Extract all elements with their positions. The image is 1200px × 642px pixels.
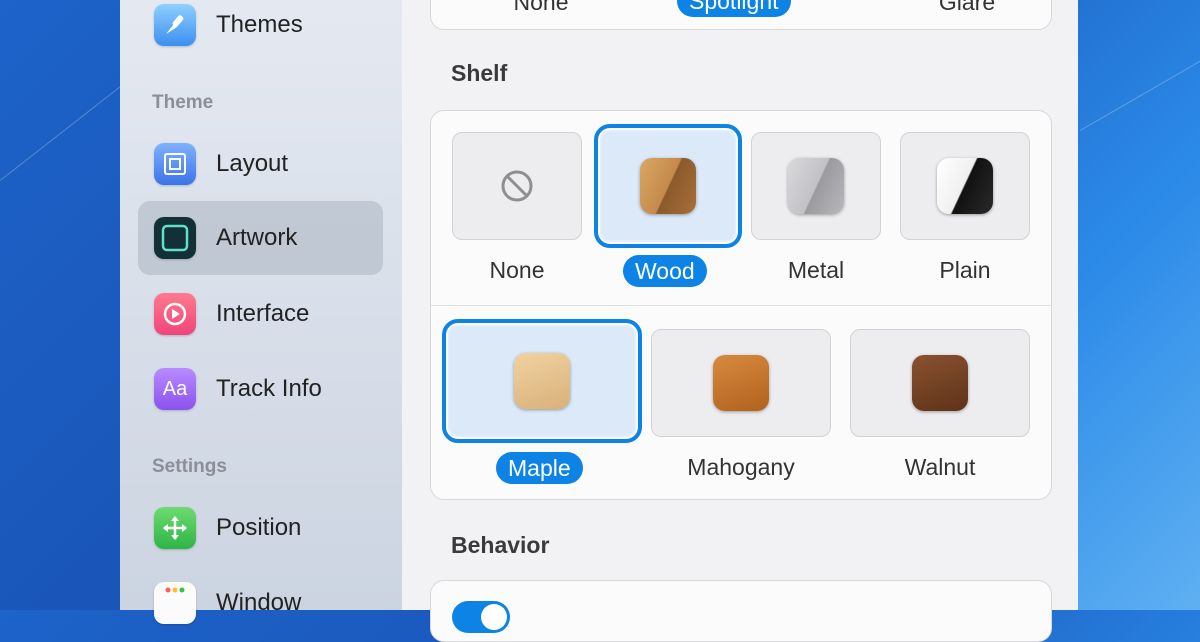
sidebar-item-label: Layout (216, 150, 289, 177)
metal-swatch (788, 158, 844, 214)
brush-icon (154, 4, 196, 46)
sidebar-section-theme: Theme (152, 92, 214, 113)
section-title-shelf: Shelf (451, 60, 508, 86)
layout-icon (154, 143, 196, 185)
shelf-label-wood: Wood (623, 255, 707, 287)
maple-swatch (514, 353, 570, 409)
sidebar-item-label: Position (216, 514, 302, 541)
shelf-divider (431, 305, 1051, 306)
wood-tile-maple[interactable] (442, 319, 642, 443)
lighting-option-glare[interactable]: Glare (897, 0, 1037, 16)
sidebar-section-settings: Settings (152, 456, 227, 477)
plain-swatch (937, 158, 993, 214)
sidebar-item-position[interactable]: Position (138, 491, 383, 565)
shelf-label-metal: Metal (787, 257, 845, 283)
shelf-tile-plain[interactable] (900, 132, 1030, 240)
sidebar-item-label: Window (216, 589, 302, 616)
sidebar-item-label: Themes (216, 11, 303, 38)
mahogany-swatch (713, 355, 769, 411)
lighting-card: None Spotlight Glare (430, 0, 1052, 30)
behavior-toggle[interactable] (452, 601, 510, 633)
lighting-option-none[interactable]: None (471, 0, 611, 16)
wood-swatch (640, 158, 696, 214)
sidebar-item-track-info[interactable]: Aa Track Info (138, 352, 383, 426)
sidebar-item-interface[interactable]: Interface (138, 277, 383, 351)
section-title-behavior: Behavior (451, 532, 550, 558)
shelf-tile-metal[interactable] (751, 132, 881, 240)
move-arrows-icon (154, 507, 196, 549)
shelf-label-plain: Plain (939, 257, 991, 283)
sidebar-item-artwork[interactable]: Artwork (138, 201, 383, 275)
wood-label-mahogany: Mahogany (687, 454, 795, 480)
wood-tile-walnut[interactable] (850, 329, 1030, 437)
sidebar-item-layout[interactable]: Layout (138, 127, 383, 201)
artwork-icon (154, 217, 196, 259)
lighting-option-spotlight[interactable]: Spotlight (677, 0, 791, 17)
main-panel: None Spotlight Glare Shelf None Wood Met… (402, 0, 1078, 642)
play-circle-icon (154, 293, 196, 335)
text-aa-icon: Aa (154, 368, 196, 410)
toggle-knob (481, 604, 507, 630)
behavior-card (430, 580, 1052, 642)
shelf-label-none: None (489, 257, 545, 283)
sidebar-item-label: Interface (216, 300, 310, 327)
wood-label-maple: Maple (496, 452, 583, 484)
desktop-wallpaper-line (0, 81, 127, 181)
sidebar-item-label: Artwork (216, 224, 298, 251)
shelf-tile-none[interactable] (452, 132, 582, 240)
desktop-wallpaper-line (1080, 50, 1200, 131)
sidebar-item-themes[interactable]: Themes (138, 0, 383, 62)
shelf-card: None Wood Metal Plain Maple Mahogany Wal… (430, 110, 1052, 500)
aa-glyph: Aa (162, 377, 188, 400)
walnut-swatch (912, 355, 968, 411)
wood-tile-mahogany[interactable] (651, 329, 831, 437)
prohibited-icon (501, 170, 533, 202)
shelf-tile-wood[interactable] (594, 124, 742, 248)
window-icon (154, 582, 196, 624)
sidebar-item-window[interactable]: Window (138, 566, 383, 640)
wood-label-walnut: Walnut (904, 454, 976, 480)
sidebar: Themes Theme Layout Artwork Interface Aa… (120, 0, 402, 624)
sidebar-item-label: Track Info (216, 375, 322, 402)
